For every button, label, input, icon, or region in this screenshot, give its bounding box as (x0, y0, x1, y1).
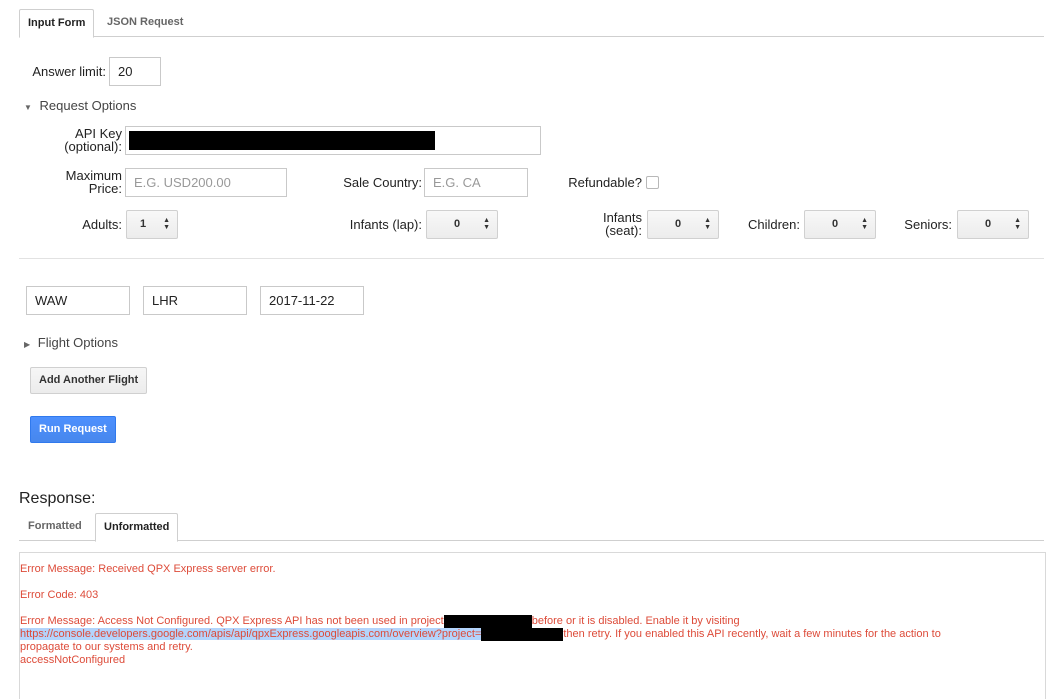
tab-unformatted[interactable]: Unformatted (95, 513, 179, 542)
sale-country-input[interactable] (424, 168, 528, 197)
infants-lap-stepper[interactable]: 0 ▲ ▼ (426, 210, 498, 239)
error-reason-line: accessNotConfigured (20, 654, 126, 666)
flight-options-toggle[interactable]: ▶ Flight Options (24, 335, 118, 350)
adults-value: 1 (139, 218, 147, 230)
tab-json-request[interactable]: JSON Request (99, 9, 191, 37)
children-label: Children: (747, 217, 800, 232)
stepper-arrows-icon: ▲ ▼ (483, 217, 490, 231)
refundable-checkbox[interactable] (646, 176, 659, 189)
request-options-label: Request Options (39, 98, 137, 113)
destination-input[interactable] (143, 286, 247, 315)
add-another-flight-button[interactable]: Add Another Flight (30, 367, 148, 394)
stepper-arrows-icon: ▲ ▼ (163, 217, 170, 231)
chevron-down-icon: ▼ (24, 103, 32, 112)
seniors-stepper[interactable]: 0 ▲ ▼ (957, 210, 1029, 239)
stepper-arrows-icon: ▲ ▼ (861, 217, 868, 231)
tab-formatted[interactable]: Formatted (20, 513, 90, 541)
run-request-button[interactable]: Run Request (30, 416, 116, 443)
error-code-line: Error Code: 403 (20, 589, 99, 601)
redaction-box (481, 628, 564, 641)
error-message-line: Error Message: Received QPX Express serv… (20, 563, 276, 575)
adults-label: Adults: (82, 217, 122, 232)
seniors-value: 0 (984, 218, 992, 230)
max-price-input[interactable] (125, 168, 287, 197)
infants-lap-label: Infants (lap): (349, 217, 422, 232)
error-detail-line: Error Message: Access Not Configured. QP… (20, 615, 740, 628)
top-tab-bar: Input Form JSON Request (19, 9, 1044, 38)
infants-seat-label: Infants (seat): (602, 210, 642, 238)
infants-seat-value: 0 (674, 218, 682, 230)
date-input[interactable] (260, 286, 364, 315)
sale-country-label: Sale Country: (343, 175, 422, 190)
children-stepper[interactable]: 0 ▲ ▼ (804, 210, 876, 239)
children-value: 0 (831, 218, 839, 230)
request-options-toggle[interactable]: ▼ Request Options (24, 98, 136, 113)
infants-lap-value: 0 (453, 218, 461, 230)
response-tab-bar: Formatted Unformatted (19, 513, 1044, 542)
divider (19, 258, 1044, 259)
tab-input-form[interactable]: Input Form (19, 9, 95, 38)
error-detail-line-2: propagate to our systems and retry. (20, 641, 193, 653)
api-key-label: API Key (optional): (64, 126, 122, 154)
seniors-label: Seniors: (904, 217, 952, 232)
origin-input[interactable] (26, 286, 130, 315)
max-price-label: Maximum Price: (65, 168, 122, 196)
stepper-arrows-icon: ▲ ▼ (1014, 217, 1021, 231)
console-link[interactable]: https://console.developers.google.com/ap… (20, 628, 482, 640)
infants-seat-stepper[interactable]: 0 ▲ ▼ (647, 210, 719, 239)
error-link-line: https://console.developers.google.com/ap… (20, 628, 941, 641)
adults-stepper[interactable]: 1 ▲ ▼ (126, 210, 178, 239)
stepper-arrows-icon: ▲ ▼ (704, 217, 711, 231)
answer-limit-label: Answer limit: (32, 64, 106, 79)
answer-limit-input[interactable] (109, 57, 161, 86)
response-heading: Response: (19, 490, 96, 507)
redaction-box (129, 131, 435, 150)
refundable-label: Refundable? (568, 175, 642, 190)
redaction-box (443, 615, 532, 628)
flight-options-label: Flight Options (37, 335, 118, 350)
chevron-right-icon: ▶ (24, 340, 31, 349)
